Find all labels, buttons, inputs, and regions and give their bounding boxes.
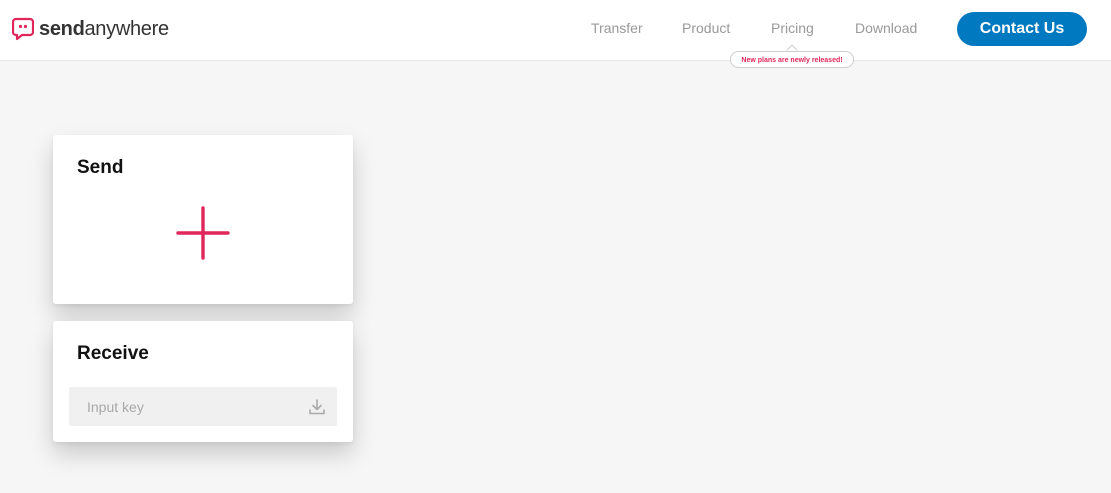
key-input[interactable]	[69, 387, 299, 426]
contact-us-button[interactable]: Contact Us	[957, 12, 1087, 46]
send-title: Send	[77, 157, 124, 178]
receive-title: Receive	[77, 343, 149, 364]
pricing-tooltip: New plans are newly released!	[730, 51, 854, 68]
receive-card: Receive	[53, 321, 353, 442]
chat-bubble-icon	[12, 17, 34, 41]
plus-icon	[176, 206, 230, 260]
logo-wordmark: sendanywhere	[39, 18, 169, 40]
key-input-box	[69, 387, 337, 426]
add-files-button[interactable]	[175, 205, 231, 261]
nav-product[interactable]: Product	[682, 19, 730, 37]
nav-pricing[interactable]: Pricing	[771, 19, 814, 37]
nav-download[interactable]: Download	[855, 19, 917, 37]
top-header: sendanywhere Transfer Product Pricing Do…	[0, 0, 1111, 61]
send-card: Send	[53, 135, 353, 304]
sendanywhere-logo[interactable]: sendanywhere	[12, 16, 169, 42]
download-icon[interactable]	[308, 398, 326, 416]
nav-transfer[interactable]: Transfer	[591, 19, 643, 37]
